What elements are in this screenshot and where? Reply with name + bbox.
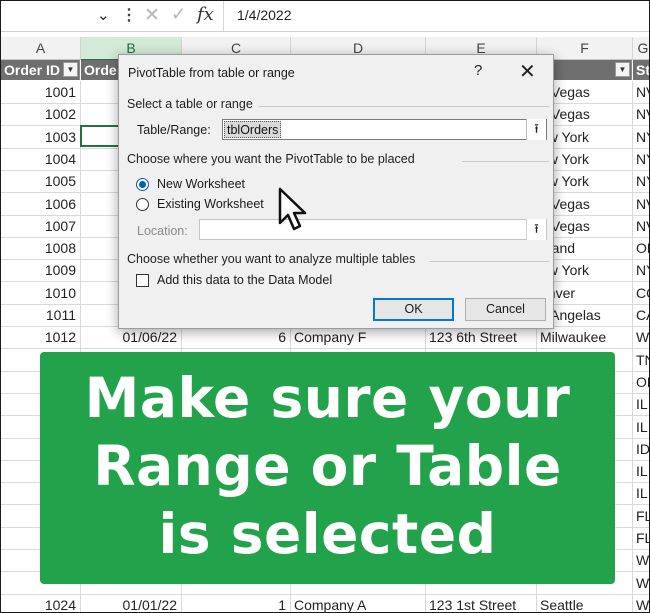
table-row[interactable]: 1024 01/01/22 1 Company A 123 1st Street Seat… — [1, 593, 649, 612]
cell-g[interactable]: WI — [633, 326, 649, 348]
cell-g[interactable]: IL — [633, 460, 649, 482]
cell-g[interactable]: NV — [633, 215, 649, 237]
new-worksheet-label[interactable]: New Worksheet — [157, 177, 245, 191]
existing-worksheet-label[interactable]: Existing Worksheet — [157, 197, 264, 211]
cell-g[interactable]: TN — [633, 349, 649, 371]
location-field[interactable]: ⭱ — [199, 219, 547, 240]
cell-g[interactable]: IL — [633, 393, 649, 415]
data-model-label[interactable]: Add this data to the Data Model — [157, 273, 332, 287]
banner-line-2: Range or Table — [93, 434, 562, 498]
section-select-label: Select a table or range — [127, 97, 253, 111]
cell-c[interactable]: 6 — [182, 326, 291, 349]
divider — [259, 106, 549, 107]
mouse-cursor-icon — [278, 187, 307, 231]
table-range-value[interactable]: tblOrders — [224, 121, 282, 138]
name-box-dropdown-icon[interactable]: ⌄ — [97, 6, 110, 24]
cell-g[interactable]: NY — [633, 148, 649, 170]
cell-g[interactable]: FL — [633, 527, 649, 549]
cell-a[interactable]: 1002 — [1, 103, 81, 126]
cancel-button[interactable]: Cancel — [465, 298, 546, 321]
cell-f[interactable]: Milwaukee — [537, 326, 633, 349]
cell-g[interactable]: FL — [633, 505, 649, 527]
cell-a[interactable]: 1007 — [1, 214, 81, 237]
divider — [462, 161, 549, 162]
cell-g[interactable]: OR — [633, 371, 649, 393]
cell-a[interactable]: 1006 — [1, 192, 81, 215]
cell-a[interactable]: 1012 — [1, 326, 81, 349]
ok-button[interactable]: OK — [373, 298, 454, 321]
cell-g[interactable]: NY — [633, 126, 649, 148]
section-placement-label: Choose where you want the PivotTable to … — [127, 152, 415, 166]
cell-g[interactable]: IL — [633, 416, 649, 438]
cell-g[interactable]: OR — [633, 237, 649, 259]
cell-f[interactable]: Seattle — [537, 593, 633, 612]
cancel-entry-icon[interactable]: ✕ — [144, 4, 160, 27]
filter-dropdown-icon[interactable]: ▼ — [63, 62, 78, 77]
cell-g[interactable]: WI — [633, 572, 649, 594]
collapse-dialog-icon[interactable]: ⭱ — [526, 219, 546, 240]
cell-a[interactable]: 1001 — [1, 81, 81, 103]
cell-g[interactable]: ID — [633, 438, 649, 460]
cell-d[interactable]: Company A — [291, 593, 426, 612]
pivottable-dialog: PivotTable from table or range ? ✕ Selec… — [118, 54, 554, 329]
cell-a[interactable]: 1003 — [1, 125, 81, 148]
column-header-g[interactable]: G — [633, 37, 649, 60]
cell-g[interactable]: NY — [633, 170, 649, 192]
location-label: Location: — [137, 224, 188, 238]
cell-e[interactable]: 123 1st Street — [426, 593, 537, 612]
data-model-checkbox[interactable] — [136, 274, 149, 287]
existing-worksheet-radio[interactable] — [136, 198, 149, 211]
column-header-a[interactable]: A — [1, 37, 81, 60]
table-row[interactable]: 1012 01/06/22 6 Company F 123 6th Street Milw… — [1, 326, 649, 350]
cell-a[interactable]: 1009 — [1, 259, 81, 282]
divider — [429, 261, 549, 262]
cell-c[interactable]: 1 — [182, 593, 291, 612]
insert-function-icon[interactable]: fx — [197, 4, 214, 25]
section-multiple-label: Choose whether you want to analyze multi… — [127, 252, 416, 266]
cell-g[interactable]: CA — [633, 304, 649, 326]
cell-g[interactable]: NY — [633, 259, 649, 281]
formula-bar-divider — [223, 1, 224, 31]
cell-g[interactable]: NV — [633, 103, 649, 125]
cell-b[interactable]: 01/06/22 — [81, 326, 182, 349]
confirm-entry-icon[interactable]: ✓ — [171, 4, 186, 25]
cell-a[interactable]: 1024 — [1, 593, 81, 612]
cell-g[interactable]: IL — [633, 482, 649, 504]
cell-a[interactable]: 1010 — [1, 281, 81, 304]
banner-line-3: is selected — [158, 502, 497, 566]
formula-bar: ⌄ ⋮ ✕ ✓ fx 1/4/2022 — [1, 1, 649, 32]
cell-a[interactable]: 1004 — [1, 147, 81, 170]
dialog-title: PivotTable from table or range — [128, 66, 295, 80]
cell-g[interactable]: NV — [633, 193, 649, 215]
close-icon[interactable]: ✕ — [519, 59, 536, 84]
help-icon[interactable]: ? — [474, 62, 482, 79]
filter-dropdown-icon[interactable]: ▼ — [615, 62, 630, 77]
table-range-label: Table/Range: — [137, 123, 211, 137]
table-header-state: Sta — [633, 60, 649, 80]
cell-e[interactable]: 123 6th Street — [426, 326, 537, 349]
collapse-dialog-icon[interactable]: ⭱ — [526, 119, 546, 140]
formula-input[interactable]: 1/4/2022 — [237, 7, 292, 23]
cell-g[interactable]: WI — [633, 549, 649, 571]
excel-window: ⌄ ⋮ ✕ ✓ fx 1/4/2022 A B C D E F G Order … — [0, 0, 650, 613]
new-worksheet-radio[interactable] — [136, 178, 149, 191]
instruction-banner: Make sure your Range or Table is selecte… — [40, 352, 615, 584]
cell-g[interactable]: CO — [633, 282, 649, 304]
cell-d[interactable]: Company F — [291, 326, 426, 349]
banner-line-1: Make sure your — [84, 366, 571, 430]
more-options-icon[interactable]: ⋮ — [121, 5, 137, 25]
cell-g[interactable]: NV — [633, 81, 649, 103]
cell-b[interactable]: 01/01/22 — [81, 593, 182, 612]
cell-a[interactable]: 1011 — [1, 304, 81, 326]
cell-a[interactable]: 1008 — [1, 237, 81, 260]
cell-a[interactable]: 1005 — [1, 170, 81, 193]
cell-g[interactable]: WA — [633, 594, 649, 612]
